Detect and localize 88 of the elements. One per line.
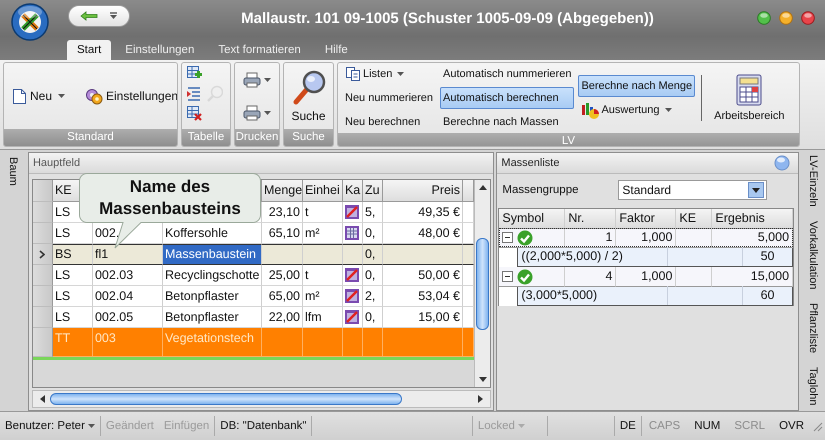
indent-icon[interactable] bbox=[186, 84, 203, 102]
calculator-icon bbox=[735, 74, 764, 106]
group-dropdown[interactable]: Standard bbox=[618, 180, 768, 200]
side-tab[interactable]: LV-Einzeln bbox=[807, 154, 820, 208]
status-text: Einfügen bbox=[158, 416, 216, 436]
ribbon-tab[interactable]: Hilfe bbox=[314, 40, 358, 60]
scroll-thumb[interactable] bbox=[50, 393, 402, 406]
status-indicator: NUM bbox=[693, 420, 722, 432]
row-header[interactable] bbox=[32, 244, 53, 265]
status-dropdown[interactable]: Benutzer: Peter bbox=[0, 416, 101, 436]
caret-icon bbox=[58, 94, 66, 98]
toggle-button[interactable]: Automatisch berechnen bbox=[440, 87, 574, 109]
toggle-button[interactable]: Berechne nach Massen bbox=[440, 111, 574, 133]
minimize-button[interactable] bbox=[779, 11, 793, 25]
horizontal-scrollbar[interactable] bbox=[32, 390, 492, 408]
size-grip-icon[interactable] bbox=[811, 420, 823, 432]
sphere-icon[interactable] bbox=[774, 155, 790, 171]
table-cell: (3,000*5,000) bbox=[518, 286, 668, 305]
status-indicator: CAPS bbox=[648, 420, 682, 432]
table-cell: 48,00 € bbox=[382, 223, 463, 244]
caret-icon bbox=[88, 424, 95, 428]
panel-title: Massenliste bbox=[501, 156, 560, 171]
scroll-up-icon[interactable] bbox=[478, 184, 488, 191]
table-cell-text: 50 bbox=[760, 248, 776, 265]
status-text: DB: "Datenbank" bbox=[215, 416, 312, 436]
status-text: Geändert bbox=[104, 419, 155, 434]
group-label: LV bbox=[338, 133, 799, 146]
caret-icon bbox=[664, 108, 672, 112]
collapse-icon[interactable] bbox=[502, 271, 514, 282]
table-cell-text: 60 bbox=[760, 287, 776, 304]
scroll-down-icon[interactable] bbox=[478, 376, 488, 384]
pages-icon bbox=[345, 66, 361, 82]
group-label: Drucken bbox=[235, 129, 279, 146]
close-button[interactable] bbox=[801, 11, 815, 25]
caret-icon bbox=[264, 78, 271, 82]
side-tab[interactable]: Taglohn bbox=[807, 366, 820, 407]
caret-icon bbox=[518, 424, 525, 428]
search-button[interactable]: Suche bbox=[288, 67, 328, 125]
table-cell: 0, bbox=[362, 223, 383, 244]
table-delete-icon[interactable] bbox=[186, 104, 203, 122]
side-tab[interactable]: Baum bbox=[6, 156, 19, 187]
printer-dropdown-button[interactable] bbox=[243, 72, 271, 88]
status-text: DE bbox=[614, 416, 642, 436]
table-cell: 65,10 bbox=[262, 223, 303, 244]
scroll-thumb[interactable] bbox=[476, 238, 490, 330]
scroll-right-icon[interactable] bbox=[477, 394, 484, 404]
gear-icon bbox=[85, 87, 104, 105]
maximize-button[interactable] bbox=[757, 11, 771, 25]
back-arrow-icon[interactable] bbox=[80, 11, 98, 21]
side-tab[interactable]: Vorkalkulation bbox=[807, 220, 820, 290]
ribbon-tab[interactable]: Text formatieren bbox=[208, 40, 311, 60]
ribbon-tab[interactable]: Start bbox=[67, 40, 112, 60]
table-cell: ((2,000*5,000) / 2) bbox=[518, 247, 668, 266]
panel-title: Hauptfeld bbox=[28, 153, 494, 174]
printer-dropdown-button[interactable] bbox=[243, 104, 271, 120]
page-icon bbox=[12, 88, 27, 104]
dropdown-button[interactable]: Auswertung bbox=[578, 99, 696, 121]
dropdown-button[interactable]: Listen bbox=[342, 63, 436, 85]
ribbon-tab[interactable]: Einstellungen bbox=[115, 40, 204, 60]
printer-icon bbox=[243, 104, 261, 120]
workspace-button[interactable]: Arbeitsbereich bbox=[712, 72, 786, 124]
status-indicator: SCRL bbox=[733, 420, 766, 432]
row-header bbox=[32, 180, 53, 202]
caret-icon bbox=[264, 110, 271, 114]
field-label: Massengruppe bbox=[502, 184, 580, 196]
table-cell: m² bbox=[302, 223, 343, 244]
scroll-left-icon[interactable] bbox=[38, 394, 46, 404]
collapse-icon[interactable] bbox=[502, 232, 514, 243]
window-title: Mallaustr. 101 09-1005 (Schuster 1005-09-09 (Abgegeben)) bbox=[240, 10, 655, 26]
app-menu-button[interactable] bbox=[11, 3, 49, 41]
caret-icon bbox=[397, 72, 404, 76]
group-label: Tabelle bbox=[182, 129, 230, 146]
toggle-button[interactable]: Automatisch nummerieren bbox=[440, 63, 574, 85]
row-pointer-icon bbox=[39, 250, 46, 258]
chart-icon bbox=[581, 102, 600, 118]
search-icon bbox=[290, 69, 326, 105]
command-button[interactable]: Neu berechnen bbox=[342, 111, 436, 133]
status-indicator: OVR bbox=[778, 420, 805, 432]
command-button[interactable]: Neu nummerieren bbox=[342, 87, 436, 109]
vertical-scrollbar[interactable] bbox=[474, 180, 490, 388]
group-label: Suche bbox=[284, 129, 333, 146]
side-tab[interactable]: Pflanzliste bbox=[807, 302, 820, 354]
new-dropdown-button[interactable]: Neu bbox=[10, 86, 68, 106]
toggle-button[interactable]: Berechne nach Menge bbox=[578, 75, 696, 97]
table-cell: Massenbaustein bbox=[162, 244, 262, 265]
group-label: Standard bbox=[4, 129, 177, 146]
caret-icon[interactable] bbox=[108, 12, 118, 20]
printer-icon bbox=[243, 72, 261, 88]
